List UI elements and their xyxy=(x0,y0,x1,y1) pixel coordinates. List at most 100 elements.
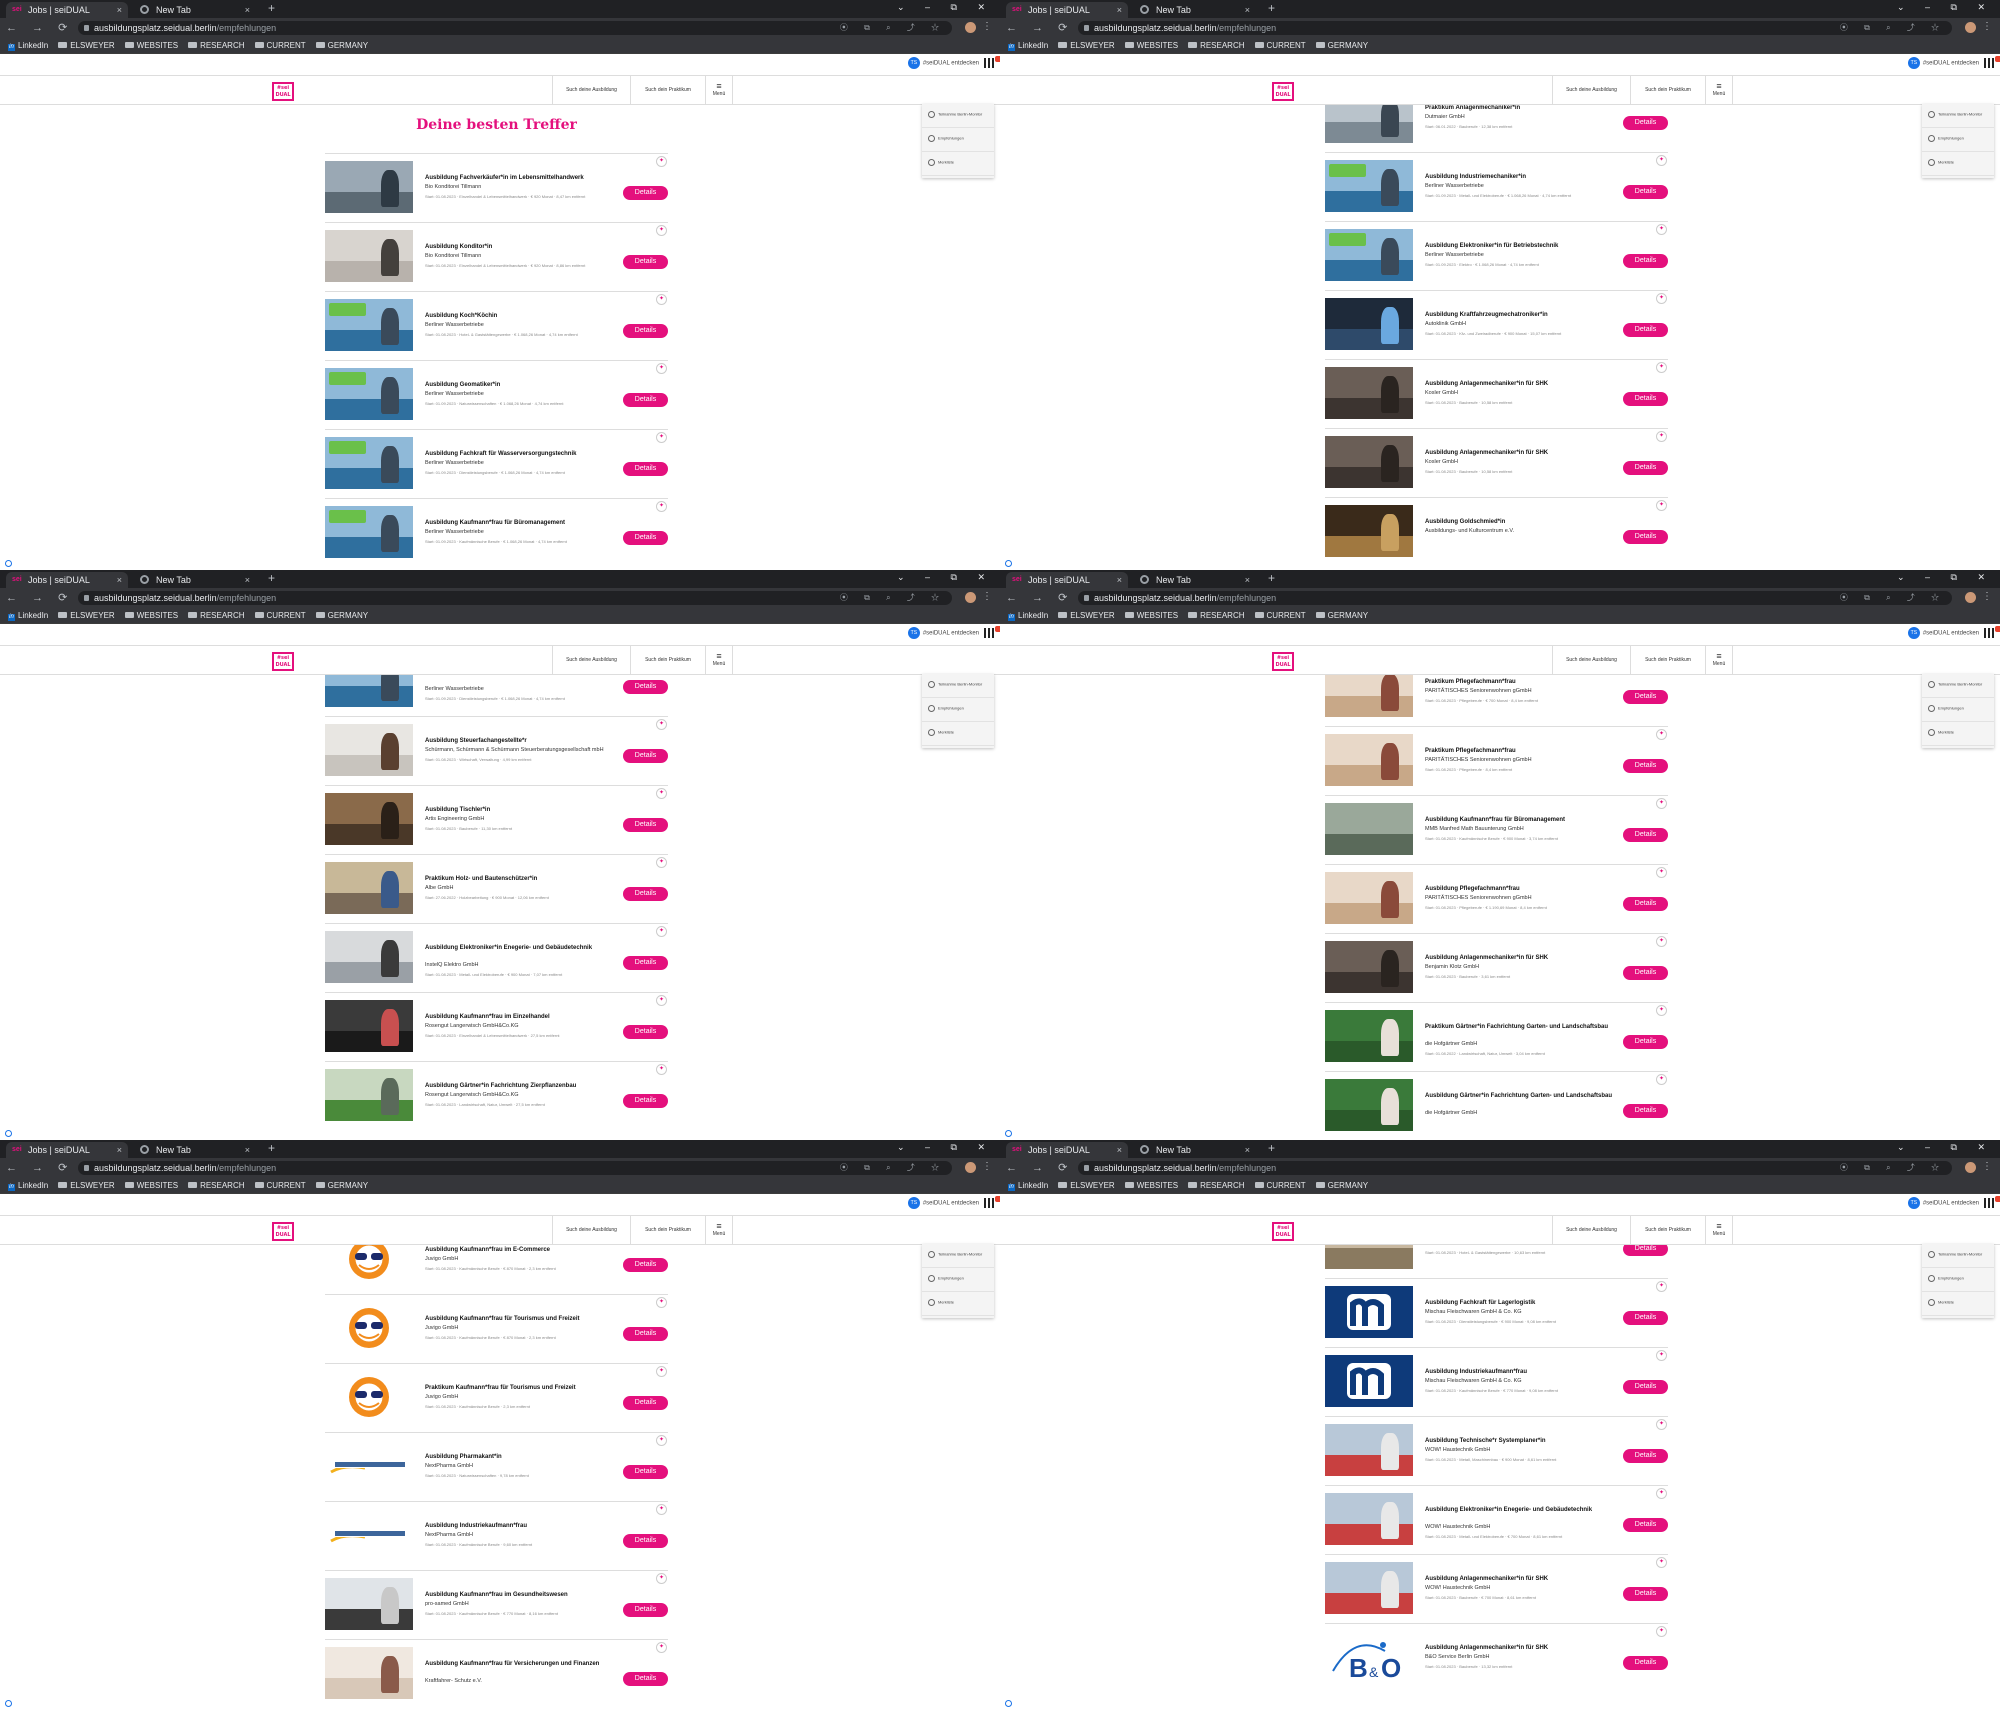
close-tab-icon[interactable]: × xyxy=(1117,1142,1122,1158)
bookmark-item[interactable]: WEBSITES xyxy=(1124,1181,1178,1190)
kebab-menu-icon[interactable]: ⋮ xyxy=(1982,21,1992,32)
list-item[interactable]: Ausbildung Koch*Köchin Abrakas gGmbH Sta… xyxy=(1325,1245,1668,1278)
list-item[interactable]: Ausbildung Fachverkäufer*in im Lebensmit… xyxy=(325,153,668,222)
pin-bookmark-icon[interactable]: ✦ xyxy=(656,294,667,305)
details-button[interactable]: Details xyxy=(623,393,668,407)
list-item[interactable]: Ausbildung Fachkraft für Wasserversorgun… xyxy=(325,429,668,498)
list-item[interactable]: Ausbildung Kaufmann*frau für Versicherun… xyxy=(325,1639,668,1708)
pin-bookmark-icon[interactable]: ✦ xyxy=(1656,293,1667,304)
nav-praktikum-link[interactable]: Such dein Praktikum xyxy=(1630,76,1705,104)
pin-bookmark-icon[interactable]: ✦ xyxy=(1656,500,1667,511)
panel-item-merkliste[interactable]: Merkliste xyxy=(922,722,994,746)
tab-inactive[interactable]: New Tab × xyxy=(1134,1142,1256,1158)
omnibox-action-icons[interactable]: ⦿ ⧉ ⌕ ⤴ ☆ xyxy=(840,21,946,35)
new-tab-button[interactable]: + xyxy=(1268,571,1275,585)
pin-bookmark-icon[interactable]: ✦ xyxy=(656,719,667,730)
close-tab-icon[interactable]: × xyxy=(245,1142,250,1158)
seidual-logo[interactable]: #sei DUAL xyxy=(1272,652,1294,671)
entdecken-link[interactable]: TS #seiDUAL entdecken xyxy=(907,57,994,70)
details-button[interactable]: Details xyxy=(623,1672,668,1686)
pin-bookmark-icon[interactable]: ✦ xyxy=(1656,936,1667,947)
details-button[interactable]: Details xyxy=(623,749,668,763)
tab-active[interactable]: sei Jobs | seiDUAL × xyxy=(6,572,128,588)
details-button[interactable]: Details xyxy=(623,1534,668,1548)
pin-bookmark-icon[interactable]: ✦ xyxy=(656,857,667,868)
pin-bookmark-icon[interactable]: ✦ xyxy=(1656,1281,1667,1292)
pin-bookmark-icon[interactable]: ✦ xyxy=(1656,362,1667,373)
list-item[interactable]: Ausbildung Anlagenmechaniker*in für SHK … xyxy=(1325,359,1668,428)
tab-active[interactable]: sei Jobs | seiDUAL × xyxy=(1006,1142,1128,1158)
details-button[interactable]: Details xyxy=(1623,185,1668,199)
bookmark-item[interactable]: ELSWEYER xyxy=(58,1181,115,1190)
profile-avatar[interactable] xyxy=(1965,592,1976,603)
tab-inactive[interactable]: New Tab × xyxy=(1134,572,1256,588)
close-tab-icon[interactable]: × xyxy=(1117,572,1122,588)
bookmark-item[interactable]: GERMANY xyxy=(315,41,368,50)
details-button[interactable]: Details xyxy=(1623,1104,1668,1118)
pin-bookmark-icon[interactable]: ✦ xyxy=(1656,1488,1667,1499)
pin-bookmark-icon[interactable]: ✦ xyxy=(656,1435,667,1446)
bookmark-item[interactable]: in LinkedIn xyxy=(8,41,48,51)
bookmark-item[interactable]: RESEARCH xyxy=(1188,611,1245,620)
list-item[interactable]: Ausbildung Kaufmann*frau im Einzelhandel… xyxy=(325,992,668,1061)
close-tab-icon[interactable]: × xyxy=(1245,2,1250,18)
apps-grid-icon[interactable] xyxy=(1984,1198,1994,1208)
bookmark-item[interactable]: in LinkedIn xyxy=(1008,1181,1048,1191)
nav-ausbildung-link[interactable]: Such deine Ausbildung xyxy=(552,76,630,104)
details-button[interactable]: Details xyxy=(1623,1380,1668,1394)
pin-bookmark-icon[interactable]: ✦ xyxy=(656,363,667,374)
list-item[interactable]: B & O Ausbildung Anlagenmechaniker*in für … xyxy=(1325,1623,1668,1692)
pin-bookmark-icon[interactable]: ✦ xyxy=(1656,867,1667,878)
list-item[interactable]: Ausbildung Pflegefachmann*frau PARITÄTIS… xyxy=(1325,864,1668,933)
omnibox-action-icons[interactable]: ⦿ ⧉ ⌕ ⤴ ☆ xyxy=(1840,591,1946,605)
extension-corner-icon[interactable] xyxy=(1005,1700,1012,1707)
list-item[interactable]: Ausbildung Anlagenmechaniker*in für SHK … xyxy=(1325,933,1668,1002)
list-item[interactable]: Ausbildung Goldschmied*in Ausbildungs- u… xyxy=(1325,497,1668,566)
pin-bookmark-icon[interactable]: ✦ xyxy=(656,225,667,236)
tab-inactive[interactable]: New Tab × xyxy=(134,2,256,18)
profile-avatar[interactable] xyxy=(1965,22,1976,33)
pin-bookmark-icon[interactable]: ✦ xyxy=(1656,1005,1667,1016)
list-item[interactable]: Praktikum Pflegefachmann*frau PARITÄTISC… xyxy=(1325,675,1668,726)
bookmark-item[interactable]: ELSWEYER xyxy=(1058,1181,1115,1190)
panel-item-merkliste[interactable]: Merkliste xyxy=(922,1292,994,1316)
details-button[interactable]: Details xyxy=(1623,1035,1668,1049)
details-button[interactable]: Details xyxy=(1623,392,1668,406)
kebab-menu-icon[interactable]: ⋮ xyxy=(982,1161,992,1172)
panel-item-merkliste[interactable]: Merkliste xyxy=(1922,1292,1994,1316)
new-tab-button[interactable]: + xyxy=(268,1141,275,1155)
panel-item-merkliste[interactable]: Merkliste xyxy=(1922,722,1994,746)
tab-inactive[interactable]: New Tab × xyxy=(1134,2,1256,18)
panel-item-merkliste[interactable]: Merkliste xyxy=(1922,152,1994,176)
new-tab-button[interactable]: + xyxy=(268,571,275,585)
details-button[interactable]: Details xyxy=(1623,530,1668,544)
apps-grid-icon[interactable] xyxy=(984,628,994,638)
details-button[interactable]: Details xyxy=(1623,828,1668,842)
bookmark-item[interactable]: GERMANY xyxy=(1315,611,1368,620)
details-button[interactable]: Details xyxy=(623,956,668,970)
list-item[interactable]: Ausbildung Tischler*in Artis Engineering… xyxy=(325,785,668,854)
list-item[interactable]: Ausbildung Kaufmann*frau für Büromanagem… xyxy=(1325,795,1668,864)
kebab-menu-icon[interactable]: ⋮ xyxy=(1982,591,1992,602)
list-item[interactable]: Ausbildung Industriekaufmann*frau Mischa… xyxy=(1325,1347,1668,1416)
pin-bookmark-icon[interactable]: ✦ xyxy=(656,156,667,167)
nav-praktikum-link[interactable]: Such dein Praktikum xyxy=(1630,1216,1705,1244)
omnibox[interactable]: ausbildungsplatz.seidual.berlin/empfehlu… xyxy=(1078,591,1952,605)
extension-corner-icon[interactable] xyxy=(1005,1130,1012,1137)
pin-bookmark-icon[interactable]: ✦ xyxy=(1656,155,1667,166)
list-item[interactable]: Ausbildung Kaufmann*frau für Tourismus u… xyxy=(325,1294,668,1363)
details-button[interactable]: Details xyxy=(623,255,668,269)
details-button[interactable]: Details xyxy=(1623,1245,1668,1256)
bookmark-item[interactable]: WEBSITES xyxy=(1124,611,1178,620)
panel-item-monitor[interactable]: Teilnahme Berlin-Monitor xyxy=(1922,1244,1994,1268)
details-button[interactable]: Details xyxy=(623,531,668,545)
details-button[interactable]: Details xyxy=(623,462,668,476)
details-button[interactable]: Details xyxy=(1623,323,1668,337)
panel-item-merkliste[interactable]: Merkliste xyxy=(922,152,994,176)
list-item[interactable]: Praktikum Pflegefachmann*frau PARITÄTISC… xyxy=(1325,726,1668,795)
new-tab-button[interactable]: + xyxy=(268,1,275,15)
omnibox[interactable]: ausbildungsplatz.seidual.berlin/empfehlu… xyxy=(78,591,952,605)
list-item[interactable]: Praktikum Kaufmann*frau für Tourismus un… xyxy=(325,1363,668,1432)
list-item[interactable]: Ausbildung Anlagenmechaniker*in für SHK … xyxy=(1325,1554,1668,1623)
seidual-logo[interactable]: #sei DUAL xyxy=(272,82,294,101)
